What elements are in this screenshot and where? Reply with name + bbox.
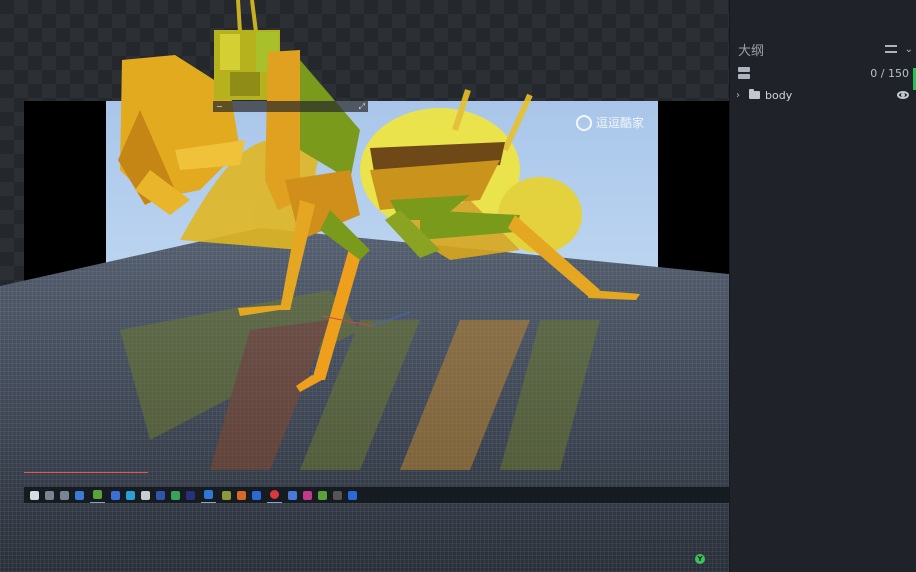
start-icon [30,490,39,500]
app-icon [204,490,213,499]
app-icon [318,490,327,500]
app-icon [237,490,246,500]
layers-icon[interactable] [738,67,750,79]
app-icon [222,490,231,500]
app-icon [333,490,342,500]
gizmo-label: Y [697,555,703,563]
app-icon [303,490,312,500]
photoshop-icon [156,490,165,500]
antenna-left [236,0,242,33]
hind-leg [385,210,640,300]
y-axis-gizmo[interactable]: Y [695,554,705,564]
watermark-logo-icon [576,114,592,131]
app-icon [252,490,261,500]
hamburger-menu-icon[interactable] [884,45,897,53]
app-icon [141,490,150,500]
chevron-right-icon[interactable]: › [736,90,746,101]
folder-icon [749,89,760,99]
tree-item-label: body [765,88,793,102]
3d-viewport[interactable]: − ⤢ 逗逗酷家 Y [0,0,729,572]
outliner-title: 大纲 [738,43,765,59]
app-window: − ⤢ 逗逗酷家 Y 大纲 ⌄ 0 / 150 › body [0,0,916,572]
tree-item-body[interactable]: › body [730,86,916,104]
record-icon [270,490,279,499]
premiere-icon [186,490,195,500]
app-icon [348,490,357,500]
taskbar-task-3 [267,488,282,503]
antenna-right [250,0,258,33]
task-view-icon [60,490,69,500]
outliner-header: 大纲 ⌄ [730,38,916,60]
minimize-icon[interactable]: − [216,102,223,111]
video-player-toolbar[interactable]: − ⤢ [213,101,368,112]
outliner-panel: 大纲 ⌄ 0 / 150 › body [729,0,916,572]
expand-icon[interactable]: ⤢ [359,102,365,112]
chevron-down-icon[interactable]: ⌄ [905,44,913,55]
taskbar-task-2 [201,488,216,503]
app-icon [126,490,135,500]
edge-icon [75,490,84,500]
taskbar-task-1 [90,488,105,503]
watermark-text: 逗逗酷家 [596,116,645,130]
search-icon [45,490,54,500]
outliner-toolbar: 0 / 150 [730,63,916,83]
app-icon [93,490,102,499]
selection-count: 0 / 150 [870,66,909,80]
os-taskbar-reflection [24,487,729,503]
app-icon [111,490,120,500]
video-watermark: 逗逗酷家 [576,114,644,131]
model-shadow [120,290,600,470]
eye-icon[interactable] [897,91,909,99]
video-progress-bar[interactable] [24,472,148,473]
app-icon [171,490,180,500]
app-icon [288,490,297,500]
